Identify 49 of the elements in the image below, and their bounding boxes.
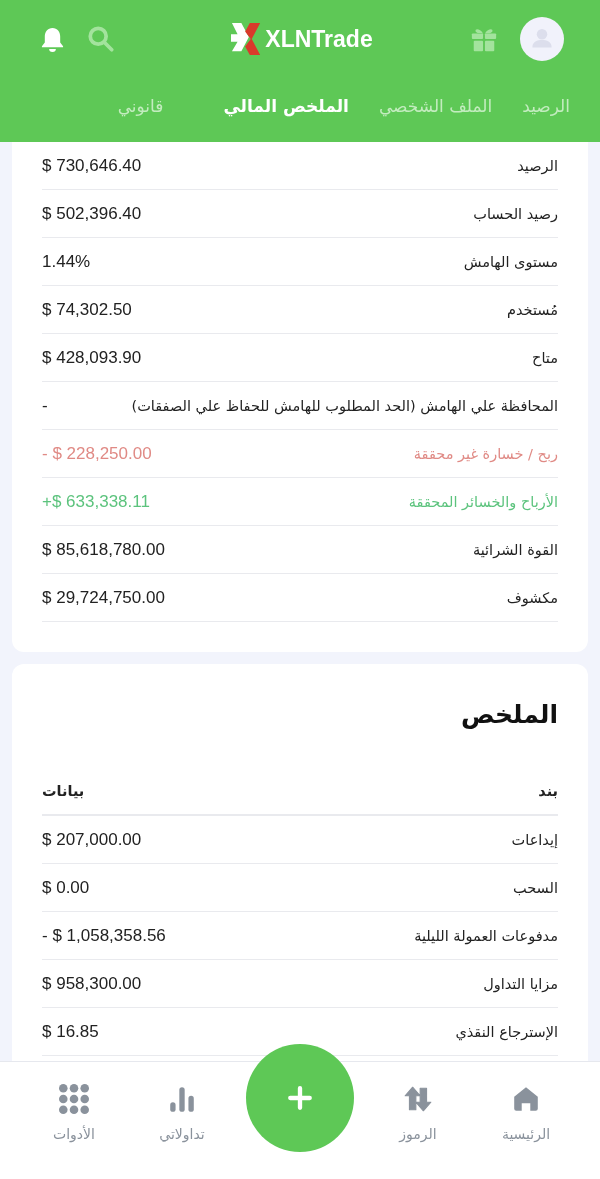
row-value: $ 958,300.00 xyxy=(42,973,142,994)
row-label: مستوى الهامش xyxy=(463,253,558,270)
row-label: مُستخدم xyxy=(506,301,558,318)
row-value: $ 428,093.90 xyxy=(42,347,142,368)
row-value: $ 207,000.00 xyxy=(42,829,142,850)
row-value: $ 16.85 xyxy=(42,1021,99,1042)
row-label: مدفوعات العمولة الليلية xyxy=(414,927,558,944)
row-value: +$ 633,338.11 xyxy=(42,491,150,512)
tab[interactable]: الملف الشخصي xyxy=(378,96,493,116)
row-label: المحافظة علي الهامش (الحد المطلوب للهامش للحفاظ علي الصفقات) xyxy=(131,397,558,414)
row-value: $ 502,396.40 xyxy=(42,203,142,224)
avatar-icon[interactable] xyxy=(520,17,564,61)
row-label: رصيد الحساب xyxy=(473,205,558,222)
row-value: $ 85,618,780.00 xyxy=(42,539,165,560)
row-value: $ 730,646.40 xyxy=(42,155,142,176)
row-value: - xyxy=(42,395,48,416)
row-label: إيداعات xyxy=(511,831,558,848)
tab[interactable]: الملخص المالي xyxy=(223,96,349,116)
row-value: - $ 1,058,358.56 xyxy=(42,925,166,946)
row-value: $ 29,724,750.00 xyxy=(42,587,165,608)
row-label: متاح xyxy=(532,349,558,366)
column-header: بند xyxy=(538,783,558,799)
row-value: $ 74,302.50 xyxy=(42,299,132,320)
row-value: 1.44% xyxy=(42,251,91,272)
row-value: $ 0.00 xyxy=(42,877,90,898)
bell-icon[interactable] xyxy=(40,25,65,53)
nav-item[interactable]: الأدوات xyxy=(29,1084,119,1142)
row-label: ربح / خسارة غير محققة xyxy=(413,445,558,462)
search-icon[interactable] xyxy=(87,25,115,53)
row-label: مكشوف xyxy=(506,589,558,606)
row-value: - $ 228,250.00 xyxy=(42,443,152,464)
column-header: بيانات xyxy=(42,783,85,799)
up-down-arrows-icon xyxy=(403,1084,433,1114)
row-label: الرصيد xyxy=(517,157,558,174)
nav-item[interactable]: الرئيسية xyxy=(481,1084,571,1142)
logo-text: XLNTrade xyxy=(265,25,373,53)
row-label: القوة الشرائية xyxy=(472,541,558,558)
plus-icon xyxy=(287,1085,313,1111)
row-label: الأرباح والخسائر المحققة xyxy=(408,493,558,510)
nav-item[interactable]: الرموز xyxy=(373,1084,463,1142)
bar-chart-icon xyxy=(167,1084,197,1114)
row-label: السحب xyxy=(513,879,558,896)
row-label: مزايا التداول xyxy=(483,975,558,992)
tab[interactable]: قانوني xyxy=(117,96,164,116)
grid-icon xyxy=(59,1084,89,1114)
nav-item[interactable]: تداولاتي xyxy=(137,1084,227,1142)
tab[interactable]: الرصيد xyxy=(522,96,570,116)
section-title: الملخص xyxy=(459,699,558,731)
row-label: الإسترجاع النقذي xyxy=(455,1023,558,1040)
